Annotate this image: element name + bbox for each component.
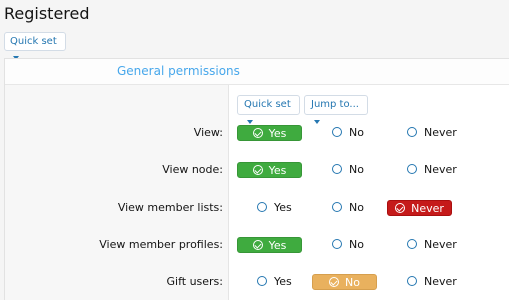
permission-label: View: xyxy=(193,126,223,139)
radio-circle-icon xyxy=(257,276,267,286)
radio-circle-icon xyxy=(332,239,342,249)
permission-label: View member profiles: xyxy=(99,238,223,251)
radio-label: Never xyxy=(424,275,457,288)
section-header: General permissions xyxy=(5,59,509,85)
quick-set-button[interactable]: Quick set xyxy=(4,32,66,60)
check-circle-icon xyxy=(252,240,263,250)
radio-no[interactable]: No xyxy=(332,125,397,141)
radio-label: No xyxy=(349,163,364,176)
jump-to-button[interactable]: Jump to... xyxy=(304,95,368,124)
radio-label: Yes xyxy=(268,239,287,252)
permission-label: View node: xyxy=(162,163,223,176)
radio-never[interactable]: Never xyxy=(407,274,472,290)
radio-circle-icon xyxy=(332,202,342,212)
check-circle-icon xyxy=(252,128,263,138)
page-title: Registered xyxy=(4,4,90,23)
radio-never[interactable]: Never xyxy=(387,200,452,216)
section-title: General permissions xyxy=(117,64,240,78)
radio-yes[interactable]: Yes xyxy=(237,125,302,141)
check-circle-icon xyxy=(395,203,406,213)
radio-label: No xyxy=(349,238,364,251)
permissions-panel: General permissions Quick set Jump to...… xyxy=(4,58,509,300)
radio-never[interactable]: Never xyxy=(407,237,472,253)
caret-down-icon xyxy=(314,120,320,124)
radio-circle-icon xyxy=(332,127,342,137)
jump-to-label: Jump to... xyxy=(311,99,359,110)
radio-never[interactable]: Never xyxy=(407,125,472,141)
radio-yes[interactable]: Yes xyxy=(257,200,322,216)
radio-circle-icon xyxy=(257,202,267,212)
radio-label: Yes xyxy=(268,127,287,140)
radio-circle-icon xyxy=(332,164,342,174)
radio-label: Yes xyxy=(268,164,287,177)
radio-label: No xyxy=(349,201,364,214)
radio-label: No xyxy=(349,126,364,139)
caret-down-icon xyxy=(247,120,253,124)
radio-circle-icon xyxy=(407,127,417,137)
section-quick-set-button[interactable]: Quick set xyxy=(237,95,300,124)
radio-yes[interactable]: Yes xyxy=(237,162,302,178)
check-circle-icon xyxy=(252,165,263,175)
radio-label: Yes xyxy=(274,201,292,214)
permission-label: Gift users: xyxy=(166,275,224,288)
radio-yes[interactable]: Yes xyxy=(237,237,302,253)
label-column xyxy=(5,85,229,300)
permission-label: View member lists: xyxy=(117,201,223,214)
radio-label: No xyxy=(345,276,360,289)
radio-label: Yes xyxy=(274,275,292,288)
radio-circle-icon xyxy=(407,276,417,286)
radio-never[interactable]: Never xyxy=(407,162,472,178)
radio-no[interactable]: No xyxy=(332,162,397,178)
radio-label: Never xyxy=(424,126,457,139)
quick-set-label: Quick set xyxy=(10,36,57,47)
section-quick-set-label: Quick set xyxy=(244,99,291,110)
radio-circle-icon xyxy=(407,164,417,174)
check-circle-icon xyxy=(329,277,340,287)
radio-no[interactable]: No xyxy=(332,237,397,253)
radio-label: Never xyxy=(411,202,444,215)
radio-label: Never xyxy=(424,163,457,176)
radio-no[interactable]: No xyxy=(312,274,377,290)
radio-label: Never xyxy=(424,238,457,251)
radio-circle-icon xyxy=(407,239,417,249)
